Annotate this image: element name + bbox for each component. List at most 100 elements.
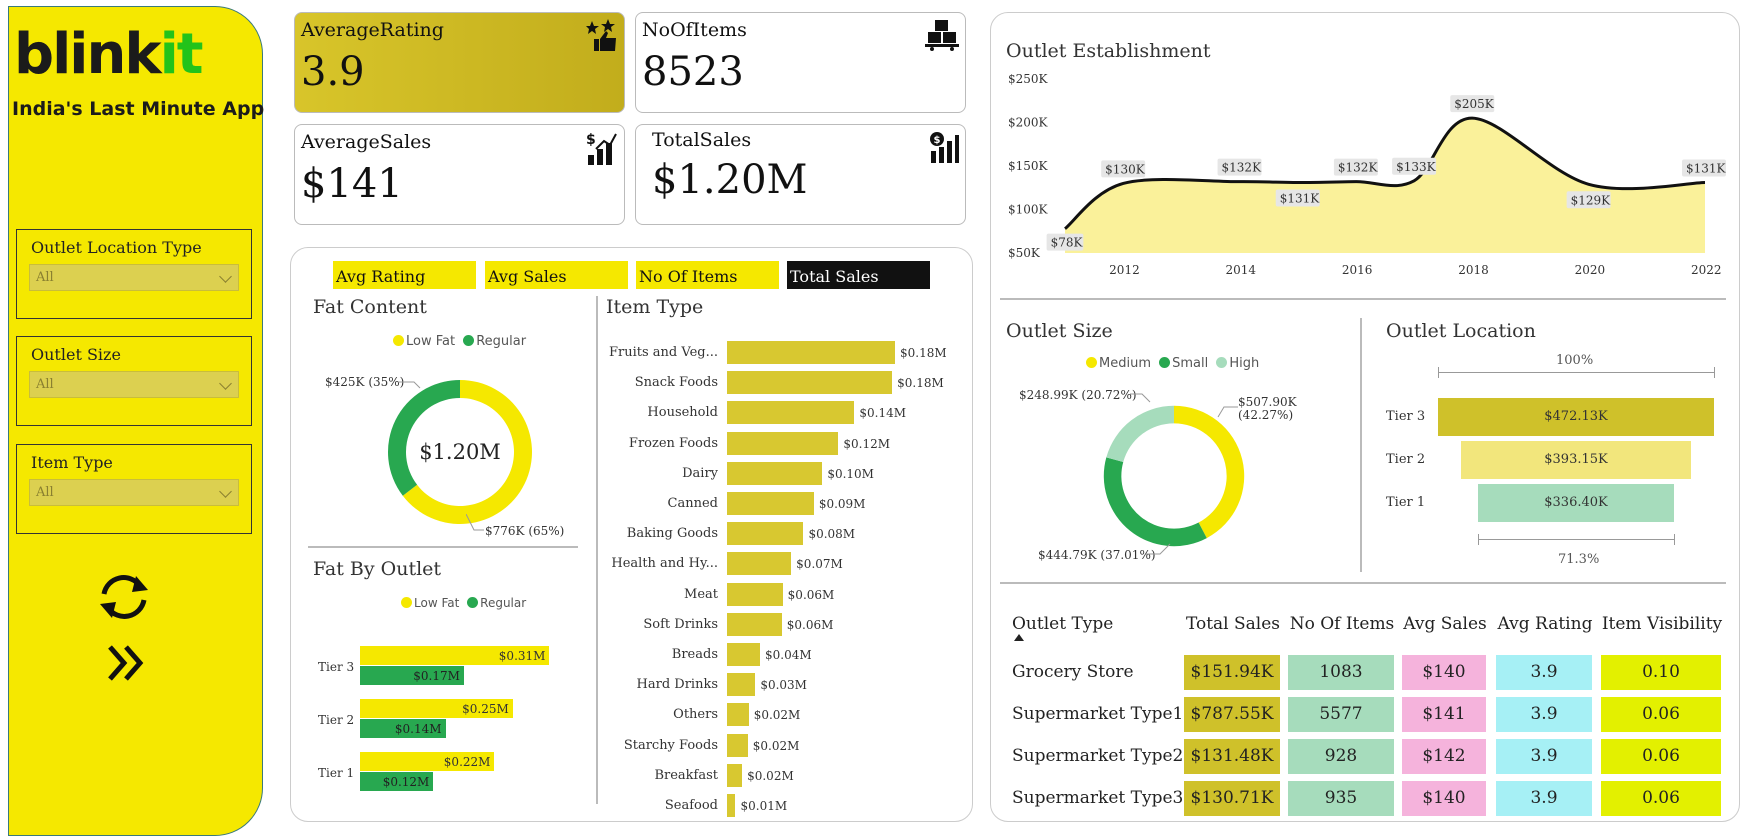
item-type-category-label: Health and Hy... bbox=[611, 556, 718, 572]
table-cell-total-sales: $151.94K bbox=[1184, 655, 1280, 690]
item-type-category-label: Others bbox=[673, 707, 718, 723]
rating-stars-thumb-icon bbox=[586, 19, 616, 51]
donut-slice-high[interactable] bbox=[1106, 405, 1174, 463]
leader-line bbox=[466, 514, 484, 531]
outlet-establishment-chart: $250K $200K $150K $100K $50K 2012 2014 2016 2018… bbox=[1000, 70, 1730, 280]
item-type-bar[interactable] bbox=[727, 703, 749, 727]
table-cell-avg-sales: $140 bbox=[1402, 781, 1486, 816]
chevron-down-icon bbox=[219, 485, 232, 498]
outlet-establishment-plot: $250K $200K $150K $100K $50K 2012 2014 2016 2018… bbox=[1008, 72, 1727, 277]
data-label: $132K bbox=[1217, 158, 1263, 176]
funnel-category-label: Tier 2 bbox=[1386, 452, 1426, 467]
table-header-outlet-type[interactable]: Outlet Type bbox=[1012, 614, 1113, 634]
table-cell-avg-rating: 3.9 bbox=[1496, 697, 1592, 732]
data-label: $132K bbox=[1333, 158, 1378, 176]
kpi-title: TotalSales bbox=[652, 129, 752, 151]
item-type-bar[interactable] bbox=[727, 461, 823, 485]
donut-slice-small[interactable] bbox=[1103, 457, 1207, 547]
outlet-size-medium-label: $507.90K (42.27%) bbox=[1238, 395, 1297, 422]
item-type-bar[interactable] bbox=[727, 673, 756, 697]
item-type-bar[interactable] bbox=[727, 763, 743, 787]
item-type-bar[interactable] bbox=[727, 582, 783, 606]
item-type-bar[interactable] bbox=[727, 431, 839, 455]
tab-avg-rating[interactable]: Avg Rating bbox=[333, 261, 476, 289]
table-cell-total-sales: $131.48K bbox=[1184, 739, 1280, 774]
funnel-category-label: Tier 3 bbox=[1386, 409, 1426, 424]
kpi-average-sales: AverageSales $141 $ bbox=[294, 124, 625, 225]
filter-outlet-location-type: Outlet Location Type All bbox=[16, 229, 252, 319]
fat-outlet-data-label: $0.31M bbox=[498, 649, 546, 663]
item-type-category-label: Hard Drinks bbox=[636, 677, 718, 693]
table-cell-items: 935 bbox=[1288, 781, 1394, 816]
item-type-bar[interactable] bbox=[727, 552, 792, 576]
kpi-average-rating: AverageRating 3.9 bbox=[294, 12, 625, 113]
table-cell-visibility: 0.06 bbox=[1601, 781, 1721, 816]
outlet-location-type-dropdown[interactable]: All bbox=[29, 264, 239, 291]
item-type-bar[interactable] bbox=[727, 492, 814, 515]
kpi-value: 8523 bbox=[642, 49, 744, 95]
funnel-bracket bbox=[1674, 534, 1676, 545]
x-tick-label: 2020 bbox=[1575, 263, 1606, 277]
item-type-bar[interactable] bbox=[727, 401, 855, 425]
table-header-no-of-items[interactable]: No Of Items bbox=[1288, 614, 1396, 634]
table-cell-avg-rating: 3.9 bbox=[1496, 739, 1592, 774]
donut-slice-medium[interactable] bbox=[1174, 405, 1245, 539]
legend-label: Low Fat bbox=[406, 334, 456, 349]
item-type-bar[interactable] bbox=[727, 612, 782, 636]
legend-swatch bbox=[1086, 357, 1097, 368]
x-tick-label: 2016 bbox=[1342, 263, 1373, 277]
section-divider bbox=[1360, 318, 1362, 572]
table-cell-avg-rating: 3.9 bbox=[1496, 655, 1592, 690]
tab-avg-sales[interactable]: Avg Sales bbox=[485, 261, 628, 289]
item-type-data-label: $0.02M bbox=[753, 708, 801, 723]
fat-outlet-category-label: Tier 2 bbox=[318, 713, 355, 727]
svg-text:$132K: $132K bbox=[1222, 161, 1263, 175]
x-tick-label: 2022 bbox=[1691, 263, 1722, 277]
leader-line bbox=[1146, 543, 1171, 555]
table-header-avg-rating[interactable]: Avg Rating bbox=[1496, 614, 1594, 634]
item-type-data-label: $0.02M bbox=[752, 738, 800, 753]
fat-outlet-data-label: $0.17M bbox=[413, 669, 460, 683]
refresh-icon[interactable] bbox=[96, 572, 152, 622]
item-type-bar[interactable] bbox=[727, 733, 748, 757]
filter-label: Outlet Location Type bbox=[31, 238, 202, 257]
data-label: $131K bbox=[1682, 159, 1727, 177]
item-type-bar[interactable] bbox=[727, 522, 804, 546]
x-tick-label: 2018 bbox=[1458, 263, 1489, 277]
item-type-category-label: Starchy Foods bbox=[623, 737, 718, 753]
item-type-bar[interactable] bbox=[727, 341, 895, 364]
data-label: $130K bbox=[1101, 160, 1146, 178]
item-type-dropdown[interactable]: All bbox=[29, 479, 239, 506]
outlet-size-donut bbox=[1103, 405, 1245, 547]
item-type-bar[interactable] bbox=[727, 371, 893, 395]
outlet-type-table: Outlet Type Total Sales No Of Items Avg Sal… bbox=[1000, 600, 1730, 816]
tab-total-sales[interactable]: Total Sales bbox=[787, 261, 930, 289]
outlet-size-legend: Medium Small High bbox=[1086, 356, 1259, 371]
fat-content-legend: Low Fat Regular bbox=[393, 334, 526, 349]
table-header-total-sales[interactable]: Total Sales bbox=[1184, 614, 1282, 634]
table-header-item-visibility[interactable]: Item Visibility bbox=[1601, 614, 1723, 634]
table-header-avg-sales[interactable]: Avg Sales bbox=[1402, 614, 1488, 634]
kpi-no-of-items: NoOfItems 8523 bbox=[635, 12, 966, 113]
item-type-bar[interactable] bbox=[727, 643, 761, 666]
item-type-bar[interactable] bbox=[727, 794, 736, 817]
dollar-growth-bars-icon: $ bbox=[586, 132, 617, 165]
fat-content-center-label: $1.20M bbox=[419, 440, 501, 464]
y-tick-label: $50K bbox=[1008, 246, 1041, 260]
data-label: $131K bbox=[1275, 189, 1320, 207]
fat-outlet-data-label: $0.22M bbox=[443, 755, 491, 769]
leader-line bbox=[1130, 393, 1151, 403]
y-tick-label: $250K bbox=[1008, 72, 1049, 86]
legend-swatch bbox=[401, 597, 412, 608]
data-label: $129K bbox=[1566, 191, 1611, 209]
tab-no-of-items[interactable]: No Of Items bbox=[636, 261, 779, 289]
donut-slice-regular[interactable] bbox=[388, 380, 460, 496]
fat-content-title: Fat Content bbox=[313, 296, 427, 318]
fat-outlet-data-label: $0.14M bbox=[394, 722, 442, 736]
outlet-size-dropdown[interactable]: All bbox=[29, 371, 239, 398]
item-type-category-label: Fruits and Veg... bbox=[609, 345, 718, 360]
kpi-value: 3.9 bbox=[301, 49, 365, 95]
filter-outlet-size: Outlet Size All bbox=[16, 336, 252, 426]
y-tick-label: $150K bbox=[1008, 159, 1049, 173]
double-chevron-right-icon[interactable] bbox=[106, 644, 146, 682]
